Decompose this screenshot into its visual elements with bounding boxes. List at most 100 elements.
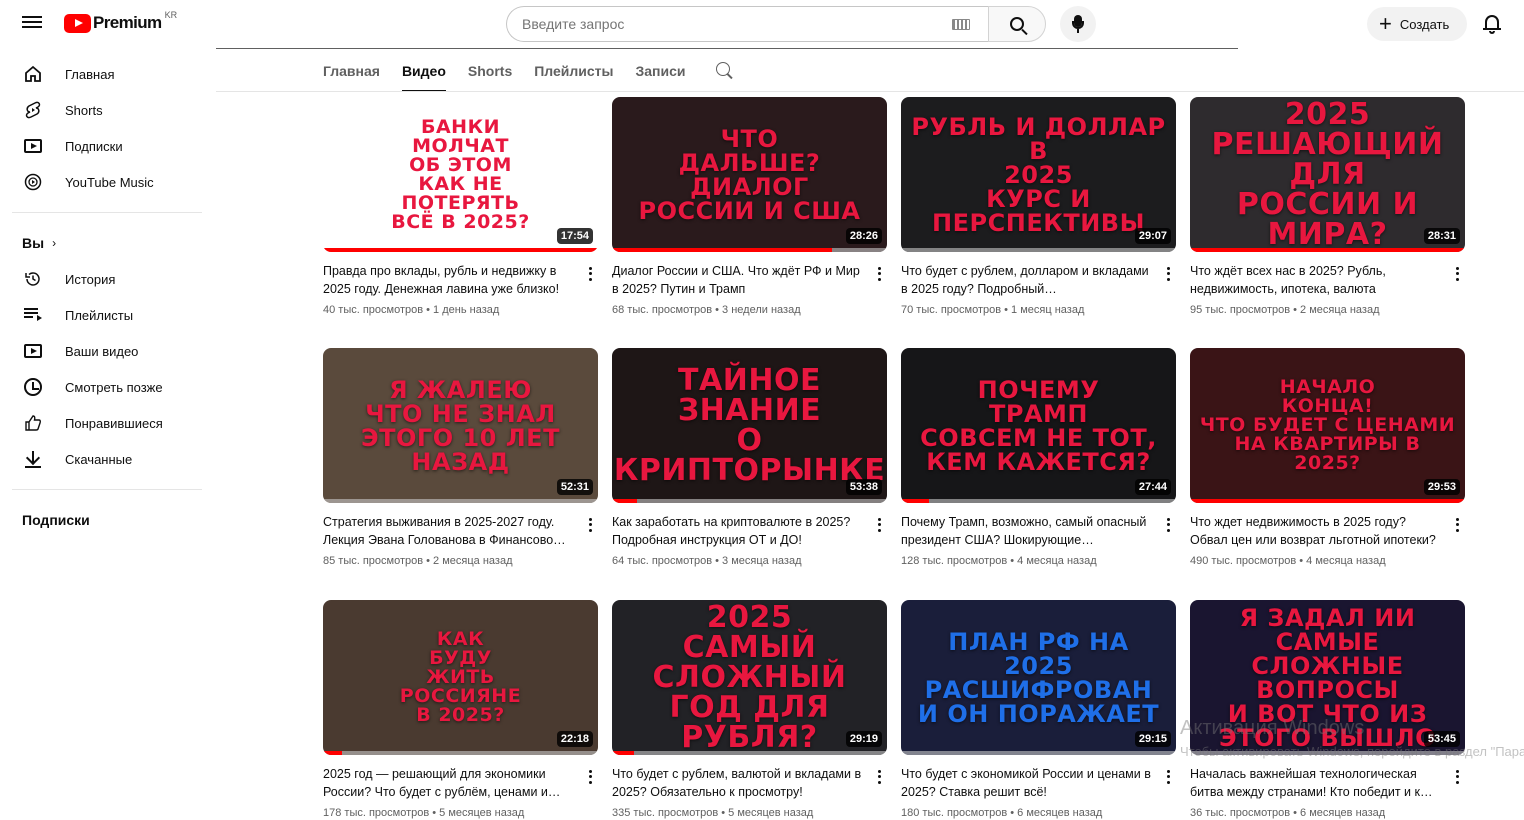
youtube-premium-logo[interactable]: Premium KR — [64, 10, 177, 33]
create-button[interactable]: + Создать — [1367, 7, 1467, 41]
keyboard-icon[interactable] — [952, 18, 970, 30]
plus-icon: + — [1379, 11, 1392, 36]
sidebar-item-label: Плейлисты — [65, 307, 134, 323]
watch-progress-bar — [323, 751, 343, 755]
video-thumbnail[interactable]: НАЧАЛО КОНЦА! ЧТО БУДЕТ С ЦЕНАМИ НА КВАР… — [1190, 348, 1465, 503]
sidebar-item-your-videos[interactable]: Ваши видео — [0, 333, 216, 369]
more-actions-icon[interactable] — [1452, 516, 1462, 534]
sidebar-item-watch-later[interactable]: Смотреть позже — [0, 369, 216, 405]
sidebar-subscriptions-label: Подписки — [22, 512, 90, 528]
shorts-icon — [24, 101, 42, 119]
video-card[interactable]: Я ЗАДАЛ ИИ САМЫЕ СЛОЖНЫЕ ВОПРОСЫ И ВОТ Ч… — [1190, 600, 1465, 820]
video-thumbnail[interactable]: БАНКИ МОЛЧАТ ОБ ЭТОМ КАК НЕ ПОТЕРЯТЬ ВСЁ… — [323, 97, 598, 252]
thumbnail-text: ТАЙНОЕ ЗНАНИЕ О КРИПТОРЫНКЕ — [613, 362, 886, 488]
video-card[interactable]: НАЧАЛО КОНЦА! ЧТО БУДЕТ С ЦЕНАМИ НА КВАР… — [1190, 348, 1465, 578]
chevron-right-icon: › — [52, 236, 57, 250]
more-actions-icon[interactable] — [1163, 768, 1173, 786]
more-actions-icon[interactable] — [874, 768, 884, 786]
video-thumbnail[interactable]: ПЛАН РФ НА 2025 РАСШИФРОВАН И ОН ПОРАЖАЕ… — [901, 600, 1176, 755]
more-actions-icon[interactable] — [1452, 768, 1462, 786]
video-card[interactable]: БАНКИ МОЛЧАТ ОБ ЭТОМ КАК НЕ ПОТЕРЯТЬ ВСЁ… — [323, 97, 598, 327]
video-duration: 28:26 — [845, 228, 882, 244]
sidebar-item-downloads[interactable]: Скачанные — [0, 441, 216, 477]
tab-playlists[interactable]: Плейлисты — [534, 52, 613, 92]
search-button[interactable] — [988, 6, 1046, 42]
video-title[interactable]: 2025 год — решающий для экономики России… — [323, 765, 573, 801]
video-title[interactable]: Что будет с экономикой России и ценами в… — [901, 765, 1151, 801]
video-title[interactable]: Как заработать на криптовалюте в 2025? П… — [612, 513, 862, 549]
video-title[interactable]: Что ждет недвижимость в 2025 году? Обвал… — [1190, 513, 1440, 549]
video-card[interactable]: ТАЙНОЕ ЗНАНИЕ О КРИПТОРЫНКЕ 53:38 Как зара… — [612, 348, 887, 578]
video-thumbnail[interactable]: Я ЖАЛЕЮ ЧТО НЕ ЗНАЛ ЭТОГО 10 ЛЕТ НАЗАД 52… — [323, 348, 598, 503]
video-card[interactable]: ПОЧЕМУ ТРАМП СОВСЕМ НЕ ТОТ, КЕМ КАЖЕТСЯ?… — [901, 348, 1176, 578]
video-meta: 36 тыс. просмотров • 6 месяцев назад — [1190, 807, 1386, 819]
video-duration: 29:07 — [1134, 228, 1171, 244]
video-card[interactable]: ПЛАН РФ НА 2025 РАСШИФРОВАН И ОН ПОРАЖАЕ… — [901, 600, 1176, 820]
sidebar-item-playlists[interactable]: Плейлисты — [0, 297, 216, 333]
video-card[interactable]: 2025 РЕШАЮЩИЙ ДЛЯ РОССИИ И МИРА? 28:31 Что… — [1190, 97, 1465, 327]
sidebar-item-shorts[interactable]: Shorts — [0, 92, 216, 128]
video-thumbnail[interactable]: РУБЛЬ И ДОЛЛАР В 2025 КУРС И ПЕРСПЕКТИВЫ… — [901, 97, 1176, 252]
tab-home[interactable]: Главная — [323, 52, 380, 92]
video-meta: 68 тыс. просмотров • 3 недели назад — [612, 304, 801, 316]
video-thumbnail[interactable]: КАК БУДУ ЖИТЬ РОССИЯНЕ В 2025? 22:18 — [323, 600, 598, 755]
video-title[interactable]: Что будет с рублем, долларом и вкладами … — [901, 262, 1151, 298]
video-thumbnail[interactable]: 2025 РЕШАЮЩИЙ ДЛЯ РОССИИ И МИРА? 28:31 — [1190, 97, 1465, 252]
video-title[interactable]: Что ждёт всех нас в 2025? Рубль, недвижи… — [1190, 262, 1440, 298]
video-thumbnail[interactable]: ТАЙНОЕ ЗНАНИЕ О КРИПТОРЫНКЕ 53:38 — [612, 348, 887, 503]
thumbnail-text: Я ЗАДАЛ ИИ САМЫЕ СЛОЖНЫЕ ВОПРОСЫ И ВОТ Ч… — [1218, 603, 1437, 752]
video-card[interactable]: Я ЖАЛЕЮ ЧТО НЕ ЗНАЛ ЭТОГО 10 ЛЕТ НАЗАД 52… — [323, 348, 598, 578]
thumbnail-text: КАК БУДУ ЖИТЬ РОССИЯНЕ В 2025? — [399, 628, 522, 726]
tab-videos[interactable]: Видео — [401, 52, 446, 92]
more-actions-icon[interactable] — [585, 768, 595, 786]
video-meta: 178 тыс. просмотров • 5 месяцев назад — [323, 807, 525, 819]
sidebar-item-liked[interactable]: Понравившиеся — [0, 405, 216, 441]
voice-search-button[interactable] — [1060, 6, 1096, 42]
video-thumbnail[interactable]: ПОЧЕМУ ТРАМП СОВСЕМ НЕ ТОТ, КЕМ КАЖЕТСЯ?… — [901, 348, 1176, 503]
tab-posts[interactable]: Записи — [636, 52, 686, 92]
more-actions-icon[interactable] — [1163, 516, 1173, 534]
watch-progress-bar — [612, 499, 637, 503]
sidebar-item-history[interactable]: История — [0, 261, 216, 297]
video-thumbnail[interactable]: 2025 САМЫЙ СЛОЖНЫЙ ГОД ДЛЯ РУБЛЯ? 29:19 — [612, 600, 887, 755]
thumbnail-text: ЧТО ДАЛЬШЕ? ДИАЛОГ РОССИИ И США — [638, 124, 861, 225]
bell-icon[interactable] — [1482, 14, 1504, 36]
video-title[interactable]: Диалог России и США. Что ждёт РФ и Мир в… — [612, 262, 862, 298]
more-actions-icon[interactable] — [874, 516, 884, 534]
video-card[interactable]: КАК БУДУ ЖИТЬ РОССИЯНЕ В 2025? 22:18 2025 … — [323, 600, 598, 820]
sidebar-item-subscriptions[interactable]: Подписки — [0, 128, 216, 164]
sidebar-item-label: Ваши видео — [65, 343, 139, 359]
watch-progress-bar — [1190, 248, 1465, 252]
sidebar: Главная Shorts Подписки YouTube Music Вы… — [0, 56, 216, 538]
video-title[interactable]: Правда про вклады, рубль и недвижку в 20… — [323, 262, 573, 298]
video-card[interactable]: 2025 САМЫЙ СЛОЖНЫЙ ГОД ДЛЯ РУБЛЯ? 29:19 Чт… — [612, 600, 887, 820]
watch-progress-bar — [612, 248, 832, 252]
more-actions-icon[interactable] — [585, 516, 595, 534]
video-title[interactable]: Почему Трамп, возможно, самый опасный пр… — [901, 513, 1151, 549]
video-card[interactable]: РУБЛЬ И ДОЛЛАР В 2025 КУРС И ПЕРСПЕКТИВЫ… — [901, 97, 1176, 327]
video-title[interactable]: Началась важнейшая технологическая битва… — [1190, 765, 1440, 801]
video-card[interactable]: ЧТО ДАЛЬШЕ? ДИАЛОГ РОССИИ И США 28:26 Диал… — [612, 97, 887, 327]
video-thumbnail[interactable]: ЧТО ДАЛЬШЕ? ДИАЛОГ РОССИИ И США 28:26 — [612, 97, 887, 252]
sidebar-item-label: Смотреть позже — [65, 379, 163, 395]
sidebar-item-home[interactable]: Главная — [0, 56, 216, 92]
video-thumbnail[interactable]: Я ЗАДАЛ ИИ САМЫЕ СЛОЖНЫЕ ВОПРОСЫ И ВОТ Ч… — [1190, 600, 1465, 755]
sidebar-subscriptions-heading: Подписки — [0, 502, 216, 538]
thumbnail-text: Я ЖАЛЕЮ ЧТО НЕ ЗНАЛ ЭТОГО 10 ЛЕТ НАЗАД — [361, 375, 560, 476]
more-actions-icon[interactable] — [1163, 265, 1173, 283]
sidebar-item-youtube-music[interactable]: YouTube Music — [0, 164, 216, 200]
tab-shorts[interactable]: Shorts — [468, 52, 512, 92]
search-box — [506, 6, 988, 42]
menu-icon[interactable] — [20, 12, 44, 36]
thumbnail-text: 2025 САМЫЙ СЛОЖНЫЙ ГОД ДЛЯ РУБЛЯ? — [652, 600, 847, 755]
video-title[interactable]: Что будет с рублем, валютой и вкладами в… — [612, 765, 862, 801]
video-title[interactable]: Стратегия выживания в 2025-2027 году. Ле… — [323, 513, 573, 549]
watch-progress-track — [1190, 751, 1465, 755]
search-input[interactable] — [522, 16, 952, 32]
more-actions-icon[interactable] — [1452, 265, 1462, 283]
sidebar-you-heading[interactable]: Вы › — [0, 225, 216, 261]
sidebar-divider — [12, 489, 202, 490]
channel-search-button[interactable] — [715, 52, 738, 92]
more-actions-icon[interactable] — [585, 265, 595, 283]
more-actions-icon[interactable] — [874, 265, 884, 283]
